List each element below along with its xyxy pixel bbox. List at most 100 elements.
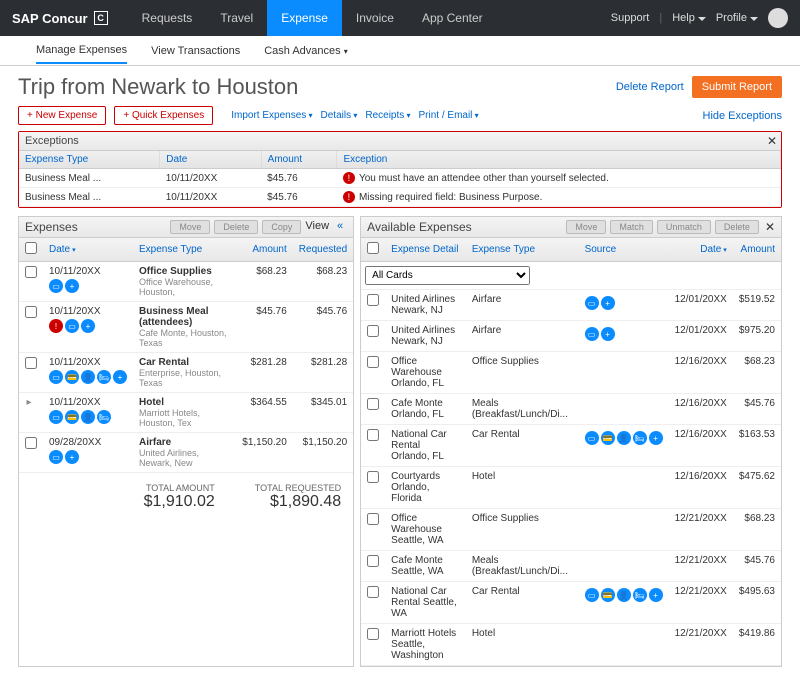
row-checkbox[interactable] [25, 437, 37, 449]
avatar-icon[interactable] [768, 8, 788, 28]
close-icon[interactable]: ✕ [767, 134, 777, 148]
expenses-grid: Date Expense Type Amount Requested 10/11… [19, 238, 353, 473]
row-checkbox[interactable] [25, 306, 37, 318]
man-icon: 👤 [81, 410, 95, 424]
card-icon: ▭ [49, 279, 63, 293]
row-checkbox[interactable] [367, 513, 379, 525]
top-bar: SAP Concur C RequestsTravelExpenseInvoic… [0, 0, 800, 36]
expenses-title: Expenses [25, 220, 78, 234]
card-filter-select[interactable]: All Cards [365, 266, 530, 285]
avail-move-button[interactable]: Move [566, 220, 606, 234]
plus-icon: + [649, 431, 663, 445]
close-icon[interactable]: ✕ [765, 220, 775, 234]
row-checkbox[interactable] [367, 471, 379, 483]
submit-report-button[interactable]: Submit Report [692, 76, 782, 98]
expense-row[interactable]: 10/11/20XX▭💳👤🛏+ Car RentalEnterprise, Ho… [19, 353, 353, 393]
help-link[interactable]: Help [672, 12, 706, 24]
row-checkbox[interactable] [367, 429, 379, 441]
card-icon: ▭ [585, 296, 599, 310]
card-icon: ▭ [585, 327, 599, 341]
subnav-view-transactions[interactable]: View Transactions [151, 39, 240, 63]
available-row[interactable]: Cafe Monte Orlando, FLMeals (Breakfast/L… [361, 394, 781, 425]
collapse-icon[interactable]: « [333, 220, 347, 234]
quick-expenses-button[interactable]: Quick Expenses [114, 106, 213, 125]
row-checkbox[interactable] [25, 357, 37, 369]
error-icon: ! [343, 172, 355, 184]
expense-row[interactable]: 10/11/20XX!▭+ Business Meal (attendees)C… [19, 302, 353, 353]
delete-button[interactable]: Delete [214, 220, 258, 234]
subnav-cash-advances[interactable]: Cash Advances ▾ [264, 39, 348, 63]
col-type[interactable]: Expense Type [466, 238, 579, 262]
avail-match-button[interactable]: Match [610, 220, 653, 234]
row-checkbox[interactable] [367, 398, 379, 410]
expense-row[interactable]: 09/28/20XX▭+ AirfareUnited Airlines, New… [19, 433, 353, 473]
delete-report-button[interactable]: Delete Report [616, 81, 684, 93]
row-checkbox[interactable] [367, 325, 379, 337]
support-link[interactable]: Support [611, 12, 650, 24]
hide-exceptions-link[interactable]: Hide Exceptions [703, 110, 783, 122]
move-button[interactable]: Move [170, 220, 210, 234]
view-menu[interactable]: View [305, 220, 329, 234]
receipts-menu[interactable]: Receipts [365, 110, 410, 121]
available-row[interactable]: United Airlines Newark, NJAirfare▭+ 12/0… [361, 321, 781, 352]
brand-text: SAP Concur [12, 11, 88, 26]
topnav-requests[interactable]: Requests [128, 0, 207, 36]
col-source[interactable]: Source [579, 238, 669, 262]
col-date[interactable]: Date [669, 238, 733, 262]
profile-link[interactable]: Profile [716, 12, 758, 24]
available-row[interactable]: National Car Rental Orlando, FLCar Renta… [361, 425, 781, 467]
col-amount[interactable]: Amount [733, 238, 781, 262]
title-row: Trip from Newark to Houston Delete Repor… [18, 74, 782, 100]
plus-icon: + [113, 370, 127, 384]
totals-row: TOTAL AMOUNT $1,910.02 TOTAL REQUESTED $… [19, 473, 353, 521]
topnav-invoice[interactable]: Invoice [342, 0, 408, 36]
import-expenses-link[interactable]: Import Expenses [231, 110, 312, 121]
topnav-app-center[interactable]: App Center [408, 0, 497, 36]
topnav-expense[interactable]: Expense [267, 0, 342, 36]
col-amount[interactable]: Amount [236, 238, 293, 262]
row-checkbox[interactable] [25, 266, 37, 278]
available-row[interactable]: National Car Rental Seattle, WACar Renta… [361, 582, 781, 624]
topnav-travel[interactable]: Travel [206, 0, 267, 36]
available-actions: Move Match Unmatch Delete [566, 220, 759, 234]
bed-icon: 🛏 [97, 410, 111, 424]
available-row[interactable]: Cafe Monte Seattle, WAMeals (Breakfast/L… [361, 551, 781, 582]
row-checkbox[interactable] [367, 555, 379, 567]
details-menu[interactable]: Details [321, 110, 358, 121]
expand-icon[interactable]: ▸ [25, 397, 33, 408]
cc-icon: 💳 [601, 588, 615, 602]
plus-icon: + [81, 319, 95, 333]
col-type[interactable]: Expense Type [133, 238, 236, 262]
bed-icon: 🛏 [97, 370, 111, 384]
available-row[interactable]: Office Warehouse Seattle, WAOffice Suppl… [361, 509, 781, 551]
bed-icon: 🛏 [633, 431, 647, 445]
available-row[interactable]: United Airlines Newark, NJAirfare▭+ 12/0… [361, 290, 781, 321]
available-row[interactable]: Office Warehouse Orlando, FLOffice Suppl… [361, 352, 781, 394]
expense-row[interactable]: 10/11/20XX▭+ Office SuppliesOffice Wareh… [19, 262, 353, 302]
exception-row[interactable]: Business Meal ...10/11/20XX$45.76!Missin… [19, 188, 781, 207]
col-date[interactable]: Date [43, 238, 133, 262]
available-row[interactable]: Courtyards Orlando, FloridaHotel 12/16/2… [361, 467, 781, 509]
col-detail[interactable]: Expense Detail [385, 238, 466, 262]
available-title: Available Expenses [367, 220, 472, 234]
select-all-checkbox[interactable] [25, 242, 37, 254]
available-row[interactable]: Marriott Hotels Seattle, WashingtonHotel… [361, 624, 781, 666]
expense-row[interactable]: ▸ 10/11/20XX▭💳👤🛏 HotelMarriott Hotels, H… [19, 393, 353, 433]
print-email-menu[interactable]: Print / Email [419, 110, 479, 121]
row-checkbox[interactable] [367, 356, 379, 368]
avail-delete-button[interactable]: Delete [715, 220, 759, 234]
col-requested[interactable]: Requested [293, 238, 353, 262]
row-checkbox[interactable] [367, 628, 379, 640]
row-checkbox[interactable] [367, 294, 379, 306]
row-checkbox[interactable] [367, 586, 379, 598]
new-expense-button[interactable]: New Expense [18, 106, 106, 125]
avail-select-all-checkbox[interactable] [367, 242, 379, 254]
exceptions-table: Expense TypeDateAmountException Business… [19, 151, 781, 207]
subnav-manage-expenses[interactable]: Manage Expenses [36, 38, 127, 64]
avail-unmatch-button[interactable]: Unmatch [657, 220, 711, 234]
avail-select-all-col [361, 238, 385, 262]
total-amount: TOTAL AMOUNT $1,910.02 [144, 483, 215, 511]
separator: | [659, 12, 662, 24]
copy-button[interactable]: Copy [262, 220, 301, 234]
exception-row[interactable]: Business Meal ...10/11/20XX$45.76!You mu… [19, 169, 781, 188]
